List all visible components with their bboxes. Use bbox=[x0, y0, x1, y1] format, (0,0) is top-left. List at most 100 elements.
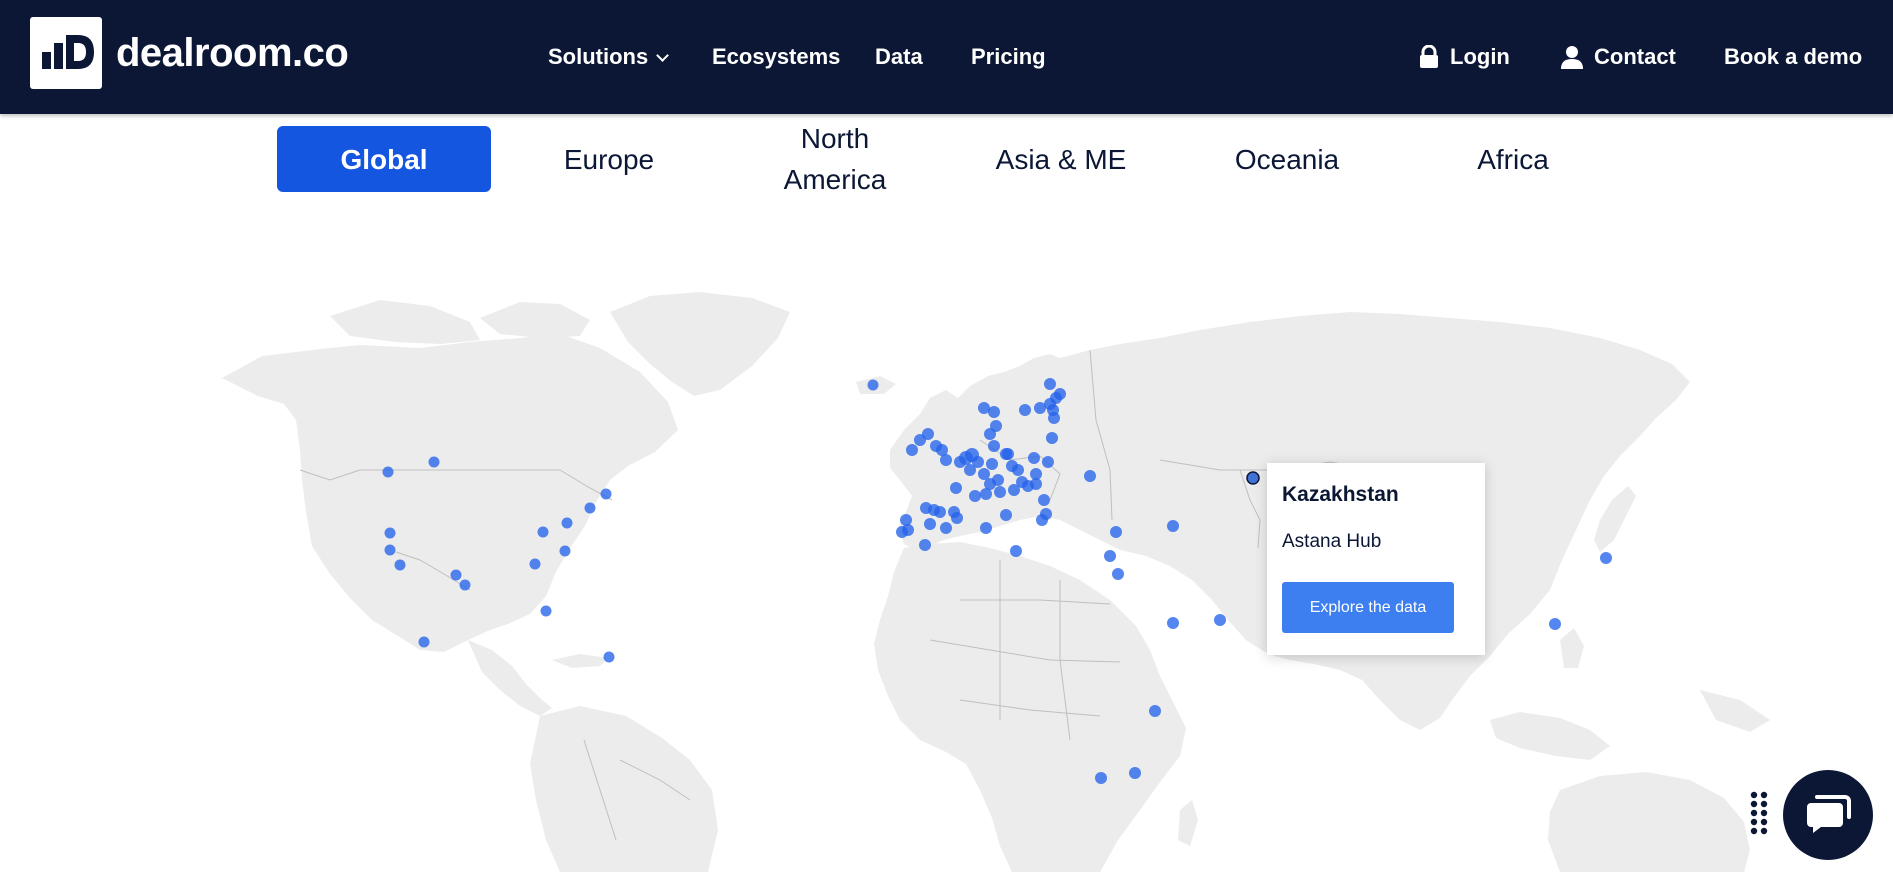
map-dot[interactable] bbox=[540, 605, 552, 617]
nav-contact-label: Contact bbox=[1594, 44, 1676, 69]
map-dot[interactable] bbox=[988, 406, 1000, 418]
map-dot[interactable] bbox=[940, 454, 952, 466]
region-tabs: Global Europe North America Asia & ME Oc… bbox=[0, 123, 1893, 206]
map-dot[interactable] bbox=[1046, 432, 1058, 444]
ecosystem-popup: Kazakhstan Astana Hub Explore the data bbox=[1267, 463, 1485, 655]
tab-global[interactable]: Global bbox=[277, 126, 491, 192]
map-dot[interactable] bbox=[980, 522, 992, 534]
map-dot[interactable] bbox=[603, 651, 615, 663]
map-dot[interactable] bbox=[418, 636, 430, 648]
top-navigation-bar: dealroom.co Solutions Ecosystems Data Pr… bbox=[0, 0, 1893, 114]
map-dot[interactable] bbox=[382, 466, 394, 478]
map-dot[interactable] bbox=[1600, 552, 1612, 564]
map-dot[interactable] bbox=[1095, 772, 1107, 784]
map-dot[interactable] bbox=[1000, 509, 1012, 521]
nav-pricing[interactable]: Pricing bbox=[971, 44, 1046, 70]
map-dot[interactable] bbox=[924, 518, 936, 530]
map-dot[interactable] bbox=[600, 488, 612, 500]
map-dot[interactable] bbox=[992, 474, 1004, 486]
map-dot[interactable] bbox=[1028, 452, 1040, 464]
map-dot[interactable] bbox=[394, 559, 406, 571]
user-icon bbox=[1560, 45, 1584, 69]
nav-login[interactable]: Login bbox=[1418, 44, 1510, 70]
map-dot[interactable] bbox=[584, 502, 596, 514]
map-dot[interactable] bbox=[1008, 484, 1020, 496]
popup-country-name: Kazakhstan bbox=[1282, 483, 1399, 506]
map-dot[interactable] bbox=[1084, 470, 1096, 482]
keypad-icon[interactable] bbox=[1749, 790, 1769, 843]
map-dot[interactable] bbox=[969, 490, 981, 502]
map-dot[interactable] bbox=[1149, 705, 1161, 717]
map-dot[interactable] bbox=[867, 379, 879, 391]
map-dot[interactable] bbox=[1036, 514, 1048, 526]
chat-launcher-button[interactable] bbox=[1783, 770, 1873, 860]
tab-north-america-line1: North bbox=[800, 123, 870, 154]
chat-icon bbox=[1803, 789, 1853, 842]
map-dot[interactable] bbox=[459, 579, 471, 591]
tab-asia-me[interactable]: Asia & ME bbox=[954, 126, 1168, 192]
map-dot[interactable] bbox=[978, 468, 990, 480]
map-dot[interactable] bbox=[1048, 412, 1060, 424]
map-dot[interactable] bbox=[988, 440, 1000, 452]
map-dot[interactable] bbox=[384, 544, 396, 556]
map-dot[interactable] bbox=[537, 526, 549, 538]
map-dot[interactable] bbox=[1104, 550, 1116, 562]
map-dot[interactable] bbox=[940, 522, 952, 534]
map-dot[interactable] bbox=[1019, 404, 1031, 416]
map-dot[interactable] bbox=[1012, 464, 1024, 476]
map-dot[interactable] bbox=[934, 506, 946, 518]
world-map bbox=[222, 292, 1770, 872]
nav-solutions-label: Solutions bbox=[548, 44, 649, 69]
dealroom-logo-icon bbox=[30, 17, 102, 89]
nav-book-demo[interactable]: Book a demo bbox=[1724, 44, 1862, 70]
map-dot[interactable] bbox=[990, 420, 1002, 432]
nav-solutions[interactable]: Solutions bbox=[548, 44, 670, 70]
map-dot[interactable] bbox=[951, 512, 963, 524]
map-dot[interactable] bbox=[919, 539, 931, 551]
map-dot[interactable] bbox=[1112, 568, 1124, 580]
map-dot[interactable] bbox=[906, 444, 918, 456]
map-dot[interactable] bbox=[1000, 448, 1012, 460]
map-dot[interactable] bbox=[450, 569, 462, 581]
map-dot[interactable] bbox=[561, 517, 573, 529]
chevron-down-icon bbox=[656, 48, 670, 62]
popup-hub-name: Astana Hub bbox=[1282, 531, 1382, 552]
tab-north-america-line2: America bbox=[783, 164, 887, 195]
map-dot[interactable] bbox=[1167, 617, 1179, 629]
map-dot[interactable] bbox=[1549, 618, 1561, 630]
nav-login-label: Login bbox=[1450, 44, 1510, 69]
nav-contact[interactable]: Contact bbox=[1560, 44, 1676, 70]
map-dot[interactable] bbox=[1167, 520, 1179, 532]
map-dot[interactable] bbox=[1042, 456, 1054, 468]
map-dot[interactable] bbox=[964, 464, 976, 476]
map-dot[interactable] bbox=[428, 456, 440, 468]
nav-ecosystems[interactable]: Ecosystems bbox=[712, 44, 840, 70]
map-dot[interactable] bbox=[1110, 526, 1122, 538]
map-dot[interactable] bbox=[529, 558, 541, 570]
map-dot[interactable] bbox=[1038, 494, 1050, 506]
map-dot-selected[interactable] bbox=[1246, 471, 1260, 485]
lock-icon bbox=[1418, 45, 1440, 69]
map-dot[interactable] bbox=[384, 527, 396, 539]
map-dot[interactable] bbox=[900, 514, 912, 526]
tab-oceania[interactable]: Oceania bbox=[1180, 126, 1394, 192]
nav-data[interactable]: Data bbox=[875, 44, 923, 70]
map-dot[interactable] bbox=[922, 428, 934, 440]
map-dot[interactable] bbox=[1129, 767, 1141, 779]
explore-data-button[interactable]: Explore the data bbox=[1282, 582, 1454, 633]
map-dot[interactable] bbox=[1030, 478, 1042, 490]
map-dot[interactable] bbox=[1044, 378, 1056, 390]
map-dot[interactable] bbox=[1214, 614, 1226, 626]
map-dot[interactable] bbox=[559, 545, 571, 557]
map-dot[interactable] bbox=[1010, 545, 1022, 557]
tab-north-america[interactable]: North America bbox=[728, 116, 942, 202]
map-landmasses bbox=[222, 292, 1770, 872]
map-dot[interactable] bbox=[986, 458, 998, 470]
map-dot[interactable] bbox=[902, 524, 914, 536]
tab-africa[interactable]: Africa bbox=[1406, 126, 1620, 192]
brand-logo[interactable]: dealroom.co bbox=[30, 17, 349, 89]
map-dot[interactable] bbox=[994, 486, 1006, 498]
tab-europe[interactable]: Europe bbox=[502, 126, 716, 192]
map-dot[interactable] bbox=[950, 482, 962, 494]
map-dot[interactable] bbox=[1054, 388, 1066, 400]
